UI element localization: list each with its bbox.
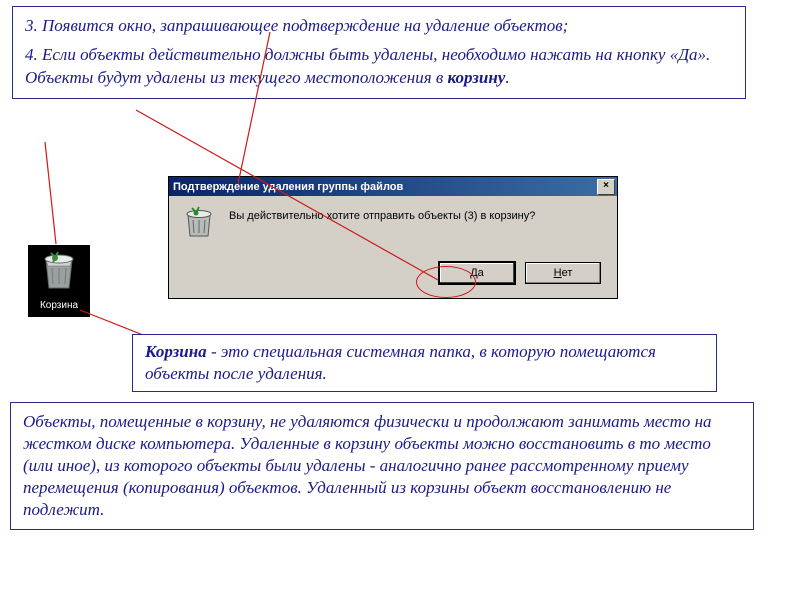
yes-button[interactable]: Да [439,262,515,284]
close-button[interactable]: × [597,179,615,195]
korzinu-keyword: корзину [448,68,506,87]
step-4-text: 4. Если объекты действительно должны быт… [25,44,733,90]
explanation-box: Объекты, помещенные в корзину, не удаляю… [10,402,754,530]
instruction-box-top: 3. Появится окно, запрашивающее подтверж… [12,6,746,99]
confirm-delete-dialog: Подтверждение удаления группы файлов × В… [168,176,618,299]
explanation-text: Объекты, помещенные в корзину, не удаляю… [23,412,712,519]
recycle-confirm-icon [183,206,215,238]
trash-icon [40,250,78,290]
recycle-bin-desktop-icon[interactable]: Корзина [28,245,90,317]
dialog-title: Подтверждение удаления группы файлов [173,181,403,193]
dialog-message: Вы действительно хотите отправить объект… [229,210,535,222]
korzina-term: Корзина [145,342,207,361]
no-button[interactable]: Нет [525,262,601,284]
step-3-text: 3. Появится окно, запрашивающее подтверж… [25,15,733,38]
dialog-titlebar[interactable]: Подтверждение удаления группы файлов × [169,177,617,196]
korzina-definition: - это специальная системная папка, в кот… [145,342,656,383]
definition-box: Корзина - это специальная системная папк… [132,334,717,392]
recycle-bin-label: Корзина [37,299,81,312]
